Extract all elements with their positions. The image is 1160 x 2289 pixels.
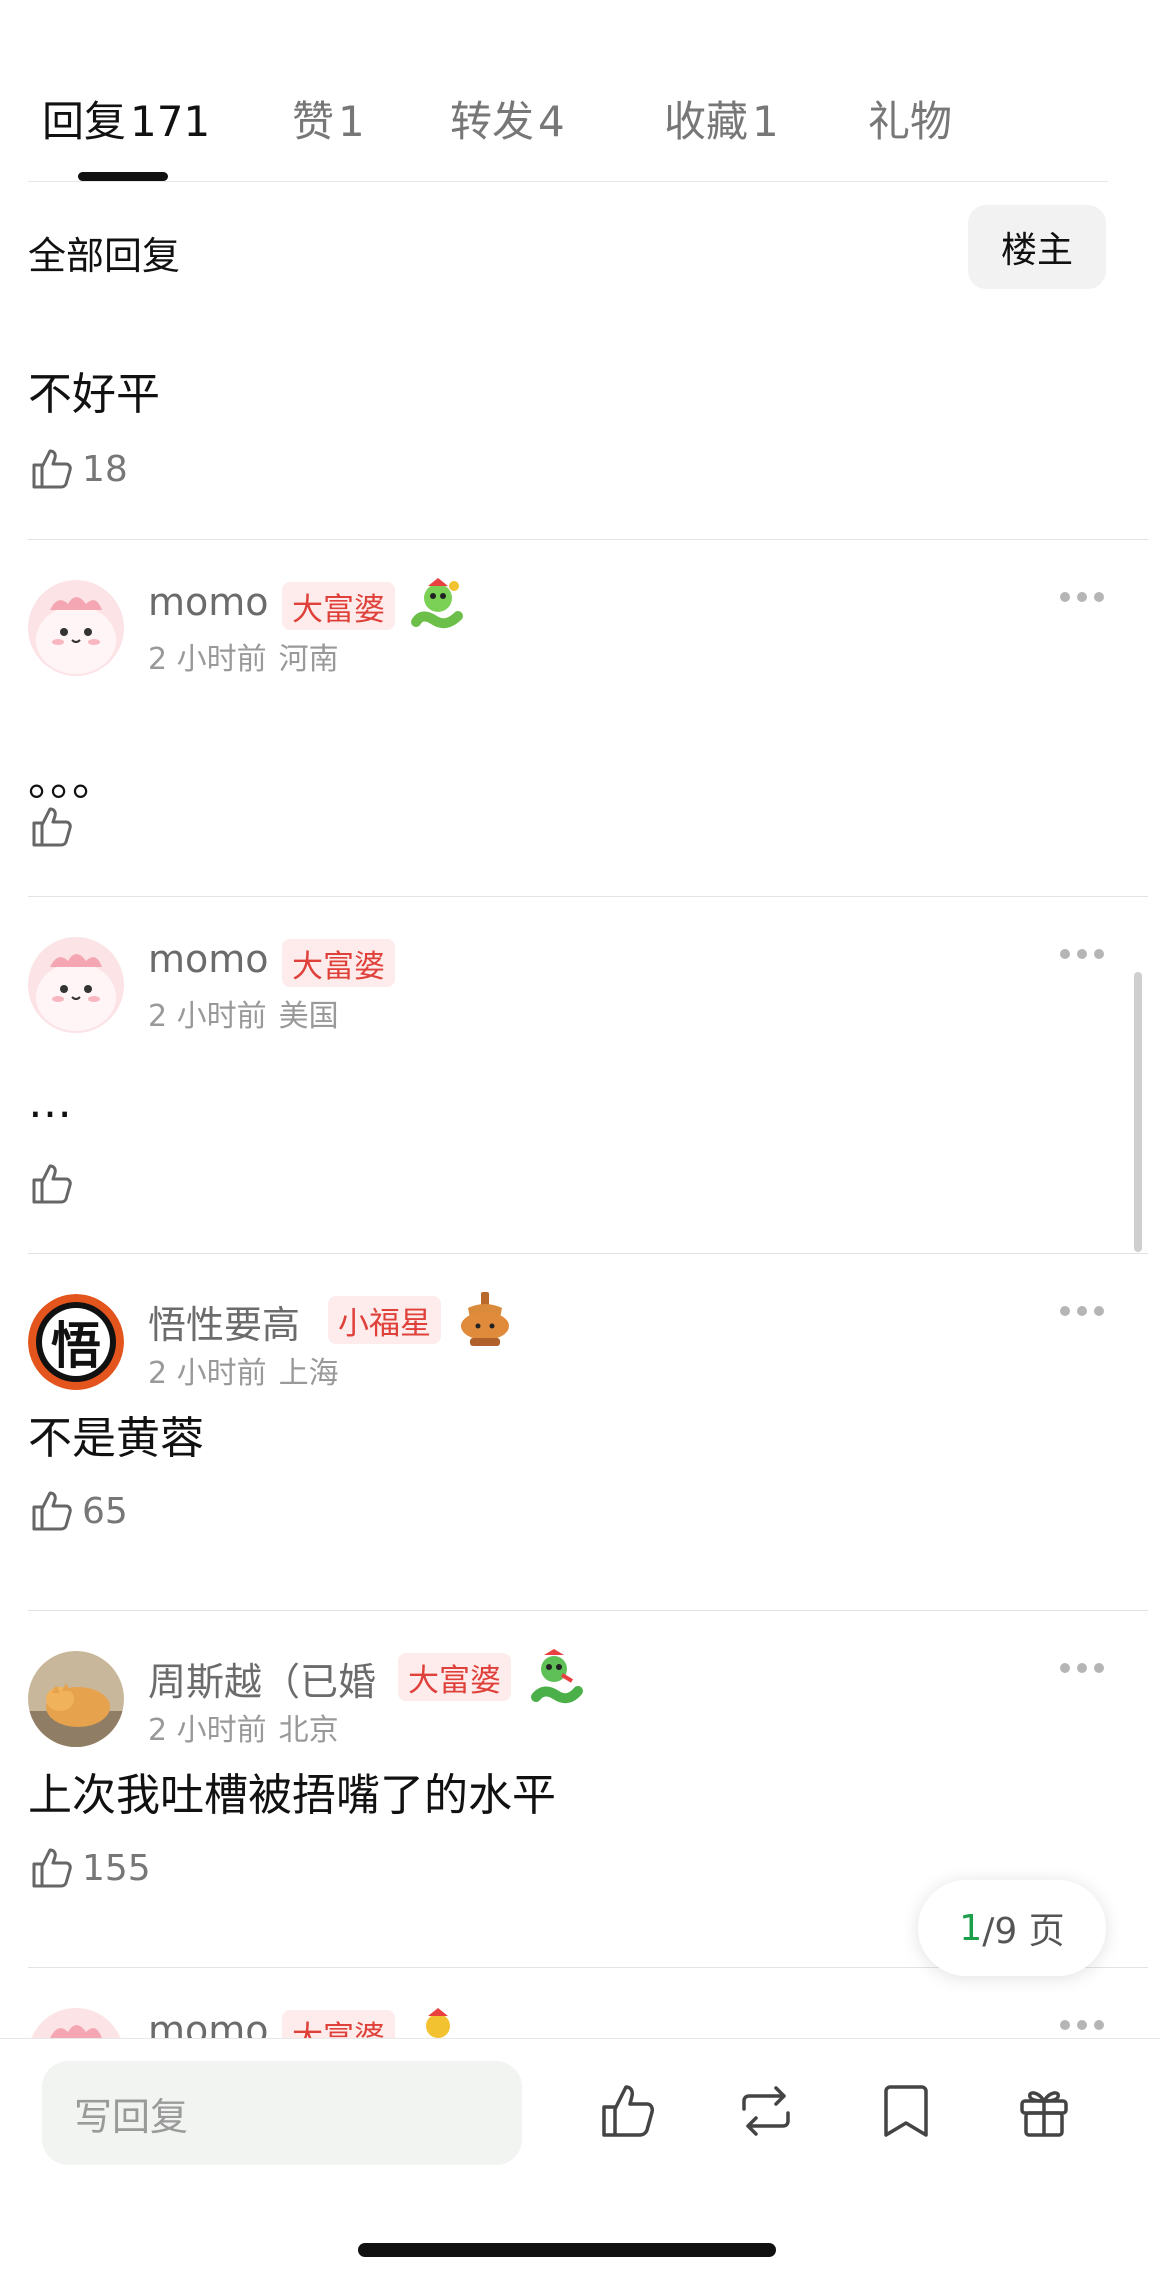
tab-bar: 回复171 赞1 转发4 收藏1 礼物 [0,0,1160,182]
comment-divider [28,1610,1148,1611]
like-count: 18 [82,448,128,490]
comment-location: 上海 [278,1356,339,1391]
avatar[interactable]: 悟 [28,1294,124,1390]
tab-reposts[interactable]: 转发4 [450,88,565,149]
comment-meta: 2 小时前 上海 [148,1348,339,1392]
comment-content: 上次我吐槽被捂嘴了的水平 [28,1770,556,1821]
comment-list: 不好平 18 momo 大富婆 2 小时前 河南 。。。 momo 大富婆 2 … [0,296,1160,2038]
sticker-icon [426,2008,450,2038]
username[interactable]: 悟性要高 [148,1294,300,1349]
snake-sticker-icon [411,578,463,629]
more-options-icon[interactable] [1060,949,1104,961]
tab-likes-label: 赞 [292,97,335,146]
cat-photo-avatar-icon [28,1651,124,1747]
comment-content: 。。。 [28,755,116,806]
like-button[interactable] [28,1159,82,1209]
like-button[interactable] [28,802,82,852]
total-pages: /9 页 [982,1911,1065,1952]
comment-location: 美国 [278,999,339,1034]
comment-meta-clipped [148,296,368,300]
gift-icon[interactable] [1012,2079,1076,2143]
tab-replies-count: 171 [130,97,211,146]
comment-meta: 2 小时前 河南 [148,634,339,678]
comment-meta: 2 小时前 北京 [148,1705,339,1749]
snake-sticker-icon [531,1649,583,1704]
avatar[interactable] [28,2008,124,2038]
comment-time: 2 小时前 [148,642,267,677]
tab-reposts-label: 转发 [450,97,535,146]
comment-time: 2 小时前 [148,1713,267,1748]
member-badge: 大富婆 [398,1653,511,1701]
thumbs-up-icon [32,449,72,489]
bookmark-icon[interactable] [874,2079,938,2143]
more-options-icon[interactable] [1060,1306,1104,1318]
comment-meta: 2 小时前 美国 [148,991,339,1035]
all-replies-title: 全部回复 [28,234,181,278]
tab-gifts[interactable]: 礼物 [868,88,952,149]
member-badge: 大富婆 [282,2010,395,2038]
comment-content: 不好平 [28,369,160,420]
username[interactable]: momo [148,937,269,981]
username[interactable]: 周斯越（已婚 [148,1651,376,1706]
current-page: 1 [959,1907,983,1949]
tab-favorites[interactable]: 收藏1 [664,88,779,149]
reply-input[interactable]: 写回复 [42,2061,522,2165]
member-badge: 大富婆 [282,939,395,987]
tab-gifts-label: 礼物 [868,97,953,146]
op-only-button[interactable]: 楼主 [968,205,1106,289]
pink-creature-avatar-icon [28,937,124,1033]
like-button[interactable]: 155 [28,1843,151,1893]
scrollbar[interactable] [1134,972,1142,1252]
like-count: 155 [82,1847,151,1889]
tab-reposts-count: 4 [538,97,565,146]
pink-creature-avatar-icon [28,580,124,676]
comment-divider [28,539,1148,540]
tab-favorites-count: 1 [752,97,779,146]
comment-content: 不是黄蓉 [28,1413,204,1464]
pink-creature-avatar-icon [28,2008,124,2038]
tab-likes[interactable]: 赞1 [292,88,365,149]
comment-time: 2 小时前 [148,1356,267,1391]
comment-content: … [28,1077,72,1128]
member-badge: 小福星 [328,1296,441,1344]
thumbs-up-icon [32,1164,72,1204]
like-icon[interactable] [596,2079,660,2143]
tab-likes-count: 1 [338,97,365,146]
filter-row: 全部回复 楼主 [0,205,1160,293]
thumbs-up-icon [32,1491,72,1531]
page-indicator[interactable]: 1/9 页 [918,1880,1106,1976]
comment-location: 河南 [278,642,339,677]
username[interactable]: momo [148,2008,269,2038]
like-button[interactable]: 65 [28,1486,128,1536]
hotpot-sticker-icon [461,1292,509,1346]
member-badge: 大富婆 [282,582,395,630]
active-tab-indicator [78,172,168,181]
comment-time: 2 小时前 [148,999,267,1034]
like-button[interactable]: 18 [28,444,128,494]
avatar-glyph: 悟 [51,1316,101,1375]
repost-icon[interactable] [734,2079,798,2143]
username[interactable]: momo [148,580,269,624]
more-options-icon[interactable] [1060,592,1104,604]
tab-favorites-label: 收藏 [664,97,749,146]
comment-divider [28,1253,1148,1254]
more-options-icon[interactable] [1060,1663,1104,1675]
thumbs-up-icon [32,807,72,847]
tab-replies-label: 回复 [42,97,127,146]
thumbs-up-icon [32,1848,72,1888]
more-options-icon[interactable] [1060,2020,1104,2032]
comment-divider [28,896,1148,897]
home-indicator [358,2243,776,2257]
tab-replies[interactable]: 回复171 [42,88,210,149]
tabs-divider [28,181,1108,182]
avatar[interactable] [28,580,124,676]
avatar[interactable] [28,937,124,1033]
avatar[interactable] [28,1651,124,1747]
comment-location: 北京 [278,1713,339,1748]
like-count: 65 [82,1490,128,1532]
